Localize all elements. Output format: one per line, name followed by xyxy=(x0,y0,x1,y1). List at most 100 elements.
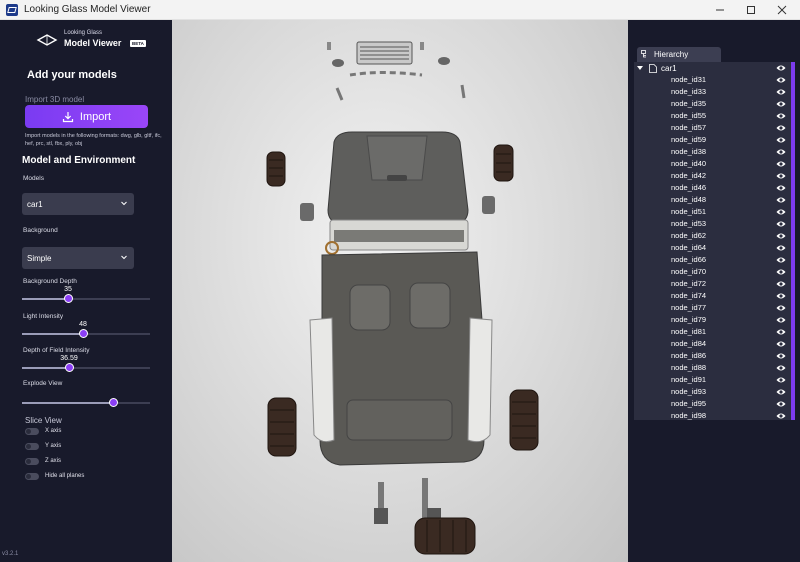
explode-view-slider[interactable] xyxy=(22,398,150,408)
background-depth-slider[interactable] xyxy=(22,294,150,304)
background-select[interactable]: Simple xyxy=(22,247,134,269)
eye-icon[interactable] xyxy=(776,172,786,180)
tree-node-item[interactable]: node_id70 xyxy=(634,266,791,278)
eye-icon[interactable] xyxy=(776,292,786,300)
tree-node-label: node_id98 xyxy=(671,411,707,420)
tree-node-item[interactable]: node_id64 xyxy=(634,242,791,254)
tree-node-item[interactable]: node_id46 xyxy=(634,182,791,194)
eye-icon[interactable] xyxy=(776,100,786,108)
tree-node-item[interactable]: node_id31 xyxy=(634,74,791,86)
chevron-down-icon xyxy=(121,255,127,260)
tree-root-item[interactable]: car1 xyxy=(634,62,791,74)
eye-icon[interactable] xyxy=(776,340,786,348)
eye-icon[interactable] xyxy=(776,220,786,228)
eye-icon[interactable] xyxy=(776,388,786,396)
hierarchy-tree[interactable]: car1 node_id31 node_id33 node_id35 node_id5… xyxy=(634,62,795,420)
y-axis-toggle[interactable] xyxy=(25,442,39,450)
eye-icon[interactable] xyxy=(776,196,786,204)
eye-icon[interactable] xyxy=(776,256,786,264)
left-mirror xyxy=(300,203,314,221)
slider-thumb[interactable] xyxy=(79,329,88,338)
eye-icon[interactable] xyxy=(776,412,786,420)
slider-thumb[interactable] xyxy=(64,294,73,303)
slider-thumb[interactable] xyxy=(65,363,74,372)
dof-intensity-slider[interactable] xyxy=(22,363,150,373)
slider-thumb[interactable] xyxy=(109,398,118,407)
tree-node-item[interactable]: node_id35 xyxy=(634,98,791,110)
z-axis-toggle[interactable] xyxy=(25,457,39,465)
tree-node-label: node_id62 xyxy=(671,231,707,240)
eye-icon[interactable] xyxy=(776,136,786,144)
z-axis-toggle-row[interactable]: Z axis xyxy=(25,456,61,466)
y-axis-toggle-row[interactable]: Y axis xyxy=(25,441,61,451)
x-axis-toggle[interactable] xyxy=(25,427,39,435)
tree-node-item[interactable]: node_id33 xyxy=(634,86,791,98)
tree-node-item[interactable]: node_id84 xyxy=(634,338,791,350)
tree-node-item[interactable]: node_id77 xyxy=(634,302,791,314)
close-icon[interactable] xyxy=(762,0,800,20)
tree-node-item[interactable]: node_id81 xyxy=(634,326,791,338)
eye-icon[interactable] xyxy=(776,304,786,312)
tree-node-item[interactable]: node_id91 xyxy=(634,374,791,386)
tab-hierarchy[interactable]: Hierarchy xyxy=(637,47,721,62)
tree-node-label: node_id48 xyxy=(671,195,707,204)
tree-node-item[interactable]: node_id57 xyxy=(634,122,791,134)
tree-node-item[interactable]: node_id93 xyxy=(634,386,791,398)
eye-icon[interactable] xyxy=(776,268,786,276)
tree-node-item[interactable]: node_id38 xyxy=(634,146,791,158)
eye-icon[interactable] xyxy=(776,316,786,324)
eye-icon[interactable] xyxy=(776,124,786,132)
3d-viewport[interactable] xyxy=(172,20,628,562)
eye-icon[interactable] xyxy=(776,148,786,156)
tree-node-item[interactable]: node_id42 xyxy=(634,170,791,182)
eye-icon[interactable] xyxy=(776,376,786,384)
tree-node-label: node_id33 xyxy=(671,87,707,96)
eye-icon[interactable] xyxy=(776,64,786,72)
import-button[interactable]: Import xyxy=(25,105,148,128)
tree-node-item[interactable]: node_id66 xyxy=(634,254,791,266)
tree-node-item[interactable]: node_id95 xyxy=(634,398,791,410)
eye-icon[interactable] xyxy=(776,76,786,84)
eye-icon[interactable] xyxy=(776,88,786,96)
tree-node-label: node_id55 xyxy=(671,111,707,120)
tree-node-item[interactable]: node_id59 xyxy=(634,134,791,146)
eye-icon[interactable] xyxy=(776,352,786,360)
tree-node-label: node_id66 xyxy=(671,255,707,264)
eye-icon[interactable] xyxy=(776,364,786,372)
hide-planes-label: Hide all planes xyxy=(45,473,85,479)
tree-node-item[interactable]: node_id86 xyxy=(634,350,791,362)
eye-icon[interactable] xyxy=(776,280,786,288)
models-select[interactable]: car1 xyxy=(22,193,134,215)
eye-icon[interactable] xyxy=(776,328,786,336)
tree-node-item[interactable]: node_id79 xyxy=(634,314,791,326)
tree-node-label: node_id51 xyxy=(671,207,707,216)
eye-icon[interactable] xyxy=(776,232,786,240)
eye-icon[interactable] xyxy=(776,184,786,192)
tree-node-item[interactable]: node_id62 xyxy=(634,230,791,242)
tree-node-item[interactable]: node_id98 xyxy=(634,410,791,420)
tree-node-item[interactable]: node_id88 xyxy=(634,362,791,374)
tree-node-item[interactable]: node_id48 xyxy=(634,194,791,206)
eye-icon[interactable] xyxy=(776,400,786,408)
tree-node-label: node_id88 xyxy=(671,363,707,372)
eye-icon[interactable] xyxy=(776,208,786,216)
hide-planes-toggle-row[interactable]: Hide all planes xyxy=(25,471,84,481)
app-logo: Looking Glass Model Viewer BETA xyxy=(36,29,146,53)
hide-planes-toggle[interactable] xyxy=(25,472,39,480)
file-icon xyxy=(649,63,657,73)
tree-node-item[interactable]: node_id53 xyxy=(634,218,791,230)
background-depth-label: Background Depth xyxy=(23,278,77,285)
tree-node-item[interactable]: node_id74 xyxy=(634,290,791,302)
eye-icon[interactable] xyxy=(776,112,786,120)
tree-node-label: node_id81 xyxy=(671,327,707,336)
tree-node-item[interactable]: node_id55 xyxy=(634,110,791,122)
tree-node-item[interactable]: node_id51 xyxy=(634,206,791,218)
caret-down-icon[interactable] xyxy=(637,66,643,70)
tree-node-label: node_id38 xyxy=(671,147,707,156)
tree-node-item[interactable]: node_id72 xyxy=(634,278,791,290)
tree-node-item[interactable]: node_id40 xyxy=(634,158,791,170)
eye-icon[interactable] xyxy=(776,160,786,168)
eye-icon[interactable] xyxy=(776,244,786,252)
x-axis-toggle-row[interactable]: X axis xyxy=(25,426,61,436)
light-intensity-slider[interactable] xyxy=(22,329,150,339)
